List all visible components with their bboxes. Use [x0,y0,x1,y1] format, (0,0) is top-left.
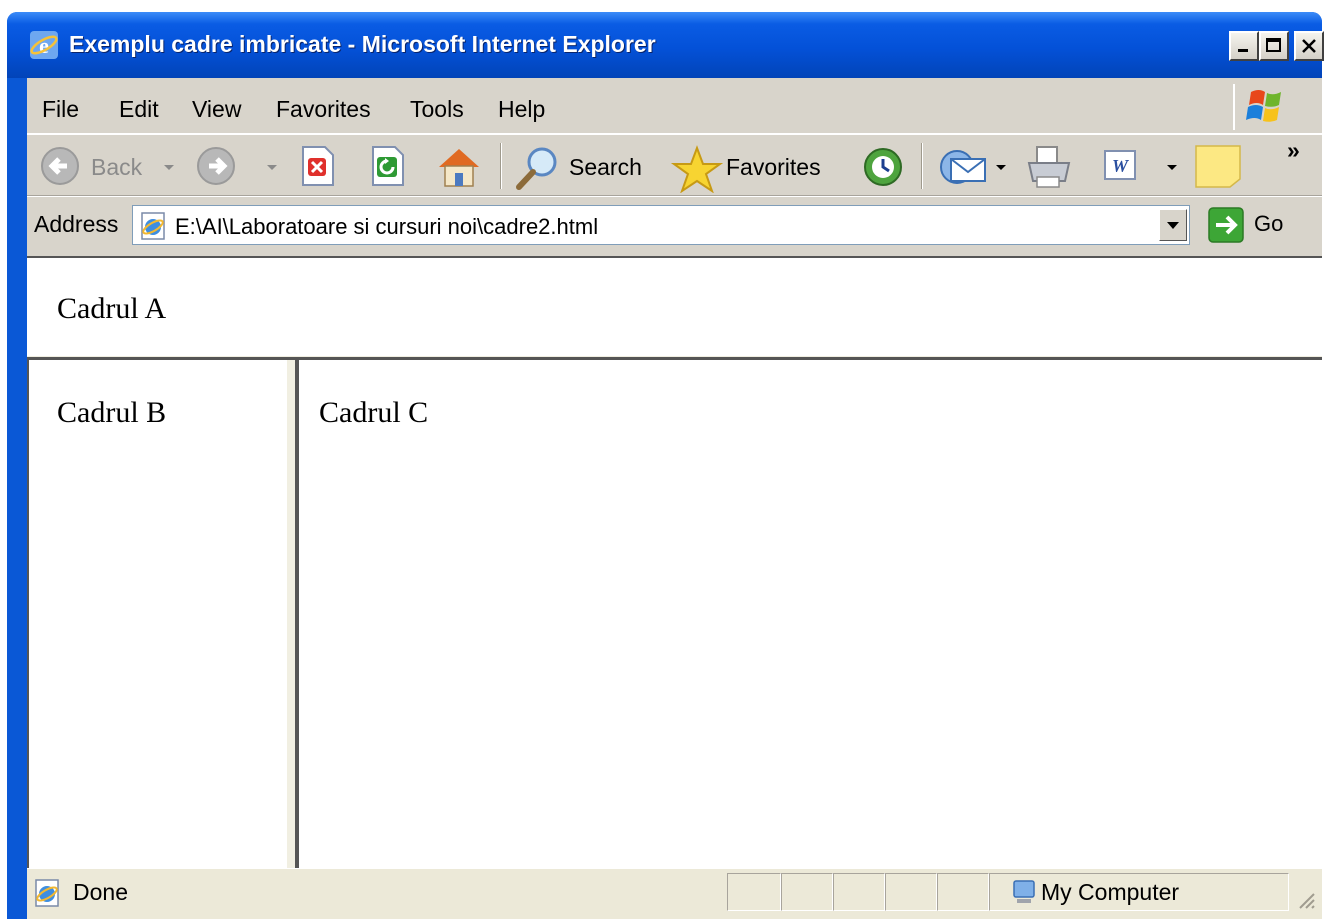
mail-icon[interactable] [937,145,989,189]
page-icon [141,212,165,240]
address-url: E:\AI\Laboratoare si cursuri noi\cadre2.… [175,214,599,239]
status-text: Done [73,879,128,905]
address-label: Address [34,211,119,237]
status-pane [727,873,781,911]
back-icon[interactable] [39,145,85,187]
menu-view[interactable]: View [192,96,241,123]
frame-c-text: Cadrul C [319,396,429,429]
toolbar-chevron[interactable]: » [1287,137,1300,164]
history-icon[interactable] [859,145,907,189]
status-pane [833,873,885,911]
minimize-icon [1238,49,1248,52]
notes-icon[interactable] [1193,143,1243,189]
refresh-icon[interactable] [367,145,407,187]
favorites-label[interactable]: Favorites [726,154,821,181]
status-pane [885,873,937,911]
client-area: File Edit View Favorites Tools Help Back [27,78,1322,919]
maximize-button[interactable] [1259,31,1289,61]
forward-icon[interactable] [193,145,239,187]
ie-logo-icon: e [30,31,58,59]
title-bar[interactable]: e Exemplu cadre imbricate - Microsoft In… [7,12,1324,78]
toolbar-separator [921,143,923,189]
stop-icon[interactable] [297,145,337,187]
menu-file[interactable]: File [42,96,79,123]
frame-c: Cadrul C [299,360,1322,868]
back-dropdown-arrow[interactable] [164,165,174,170]
windows-flag-area [1233,84,1297,130]
print-icon[interactable] [1023,145,1075,191]
edit-icon[interactable]: W [1099,145,1143,185]
frame-a: Cadrul A [27,258,1322,354]
menu-tools[interactable]: Tools [410,96,464,123]
status-pane [781,873,833,911]
address-bar: Address E:\AI\Laboratoare si cursuri noi… [27,196,1322,256]
menu-edit[interactable]: Edit [119,96,159,123]
page-content: Cadrul A Cadrul B Cadrul C [27,256,1322,868]
vertical-frame-splitter[interactable] [285,360,299,868]
frame-b: Cadrul B [27,360,285,868]
window-title: Exemplu cadre imbricate - Microsoft Inte… [69,31,656,57]
maximize-icon [1266,38,1281,52]
frame-a-text: Cadrul A [57,292,167,325]
computer-icon [1013,880,1035,903]
search-icon[interactable] [512,145,562,191]
chevron-down-icon [1167,221,1179,229]
svg-text:W: W [1112,156,1130,176]
search-label[interactable]: Search [569,154,642,181]
minimize-button[interactable] [1229,31,1259,61]
forward-dropdown-arrow[interactable] [267,165,277,170]
menu-bar: File Edit View Favorites Tools Help [27,78,1322,134]
menu-help[interactable]: Help [498,96,545,123]
edit-dropdown-arrow[interactable] [1167,165,1177,170]
standard-toolbar: Back Search Favorites W » [27,134,1322,196]
page-icon [35,879,59,907]
frame-b-text: Cadrul B [57,396,167,429]
favorites-icon[interactable] [670,145,724,193]
windows-flag-icon [1246,90,1281,122]
toolbar-separator [500,143,502,189]
go-arrow-icon [1208,207,1244,243]
status-bar: Done My Computer [27,868,1322,914]
go-button[interactable]: Go [1208,205,1298,245]
back-label[interactable]: Back [91,154,142,181]
go-label[interactable]: Go [1254,211,1283,237]
security-zone-text: My Computer [1041,879,1180,905]
resize-grip-icon[interactable] [1294,888,1316,910]
address-dropdown-button[interactable] [1159,209,1187,241]
close-button[interactable] [1294,31,1324,61]
home-icon[interactable] [434,145,484,189]
menu-favorites[interactable]: Favorites [276,96,371,123]
status-pane [937,873,989,911]
mail-dropdown-arrow[interactable] [996,165,1006,170]
close-icon [1302,39,1316,53]
address-input[interactable]: E:\AI\Laboratoare si cursuri noi\cadre2.… [132,205,1190,245]
